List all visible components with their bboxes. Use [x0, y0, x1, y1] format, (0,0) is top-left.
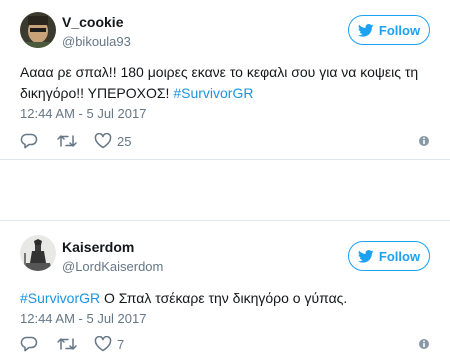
- follow-label: Follow: [378, 248, 421, 264]
- reply-button[interactable]: [20, 131, 38, 151]
- tweet-card: Kaiserdom @LordKaiserdom Follow #Survivo…: [0, 220, 450, 362]
- info-button[interactable]: [418, 131, 430, 151]
- retweet-button[interactable]: [56, 334, 78, 354]
- info-icon: [419, 136, 429, 146]
- tweet-actions: 25: [20, 131, 430, 151]
- twitter-bird-icon: [357, 249, 374, 263]
- retweet-icon: [57, 338, 77, 350]
- tweet-actions: 7: [20, 334, 430, 354]
- reply-icon: [20, 336, 38, 352]
- avatar[interactable]: [20, 235, 56, 271]
- user-handle[interactable]: @bikoula93: [62, 34, 131, 49]
- like-count: 25: [117, 133, 132, 149]
- tweet-card: V_cookie @bikoula93 Follow Αααα ρε σπαλ!…: [0, 0, 450, 160]
- follow-button[interactable]: Follow: [348, 241, 430, 271]
- like-button[interactable]: 7: [94, 334, 124, 354]
- twitter-bird-icon: [357, 23, 374, 37]
- reply-button[interactable]: [20, 334, 38, 354]
- hashtag-link[interactable]: #SurvivorGR: [173, 85, 253, 101]
- tweet-timestamp[interactable]: 12:44 AM - 5 Jul 2017: [20, 106, 146, 121]
- avatar[interactable]: [20, 12, 56, 48]
- display-name[interactable]: V_cookie: [62, 14, 123, 30]
- info-icon: [419, 339, 429, 349]
- follow-label: Follow: [378, 22, 421, 38]
- tweet-text: Αααα ρε σπαλ!! 180 μοιρες εκανε το κεφαλ…: [20, 62, 430, 104]
- heart-icon: [94, 133, 112, 149]
- tweet-body: Ο Σπαλ τσέκαρε την δικηγόρο ο γύπας.: [100, 290, 348, 306]
- like-count: 7: [117, 336, 125, 352]
- heart-icon: [94, 336, 112, 352]
- display-name[interactable]: Kaiserdom: [62, 239, 134, 255]
- reply-icon: [20, 133, 38, 149]
- tweet-timestamp[interactable]: 12:44 AM - 5 Jul 2017: [20, 311, 146, 326]
- retweet-icon: [57, 135, 77, 147]
- hashtag-link[interactable]: #SurvivorGR: [20, 290, 100, 306]
- retweet-button[interactable]: [56, 131, 78, 151]
- user-handle[interactable]: @LordKaiserdom: [62, 259, 163, 274]
- follow-button[interactable]: Follow: [348, 15, 430, 45]
- info-button[interactable]: [418, 334, 430, 354]
- tweet-text: #SurvivorGR Ο Σπαλ τσέκαρε την δικηγόρο …: [20, 288, 430, 309]
- tweet-separator: [0, 160, 450, 220]
- like-button[interactable]: 25: [94, 131, 131, 151]
